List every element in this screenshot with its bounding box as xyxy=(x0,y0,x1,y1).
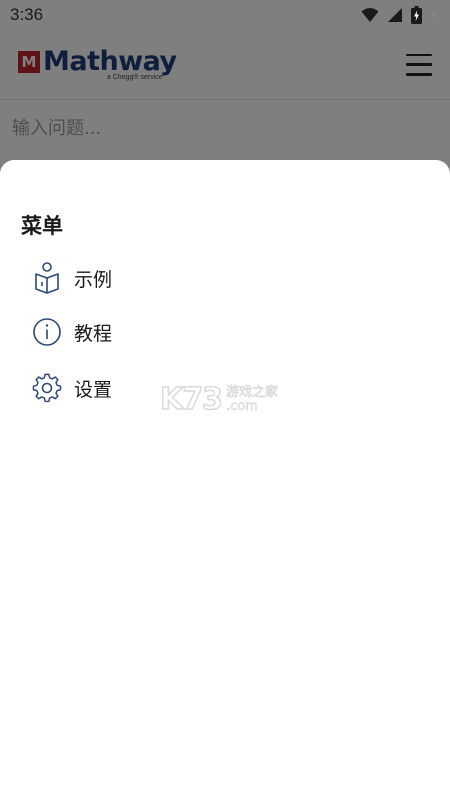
gear-icon xyxy=(30,371,64,405)
watermark-domain: .com xyxy=(226,398,259,414)
watermark-cn: 游戏之家 xyxy=(226,384,279,400)
menu-item-label: 教程 xyxy=(74,322,113,345)
menu-item-label: 设置 xyxy=(74,378,113,401)
book-person-icon xyxy=(30,261,64,295)
battery-icon xyxy=(411,6,422,24)
watermark-logo: K73 xyxy=(159,381,224,418)
status-bar: 3:36 xyxy=(0,0,450,30)
signal-icon xyxy=(388,8,402,22)
notification-dot-icon xyxy=(432,13,436,17)
menu-bottom-sheet: 菜单 示例 教程 设置 K73 游戏之家 .com xyxy=(0,160,450,800)
menu-item-label: 示例 xyxy=(74,268,113,291)
info-icon xyxy=(30,315,64,349)
menu-item-tutorial[interactable]: 教程 xyxy=(30,312,330,352)
wifi-icon xyxy=(361,8,379,22)
app-screen: 3:36 M Mathway a Chegg® service xyxy=(0,0,450,800)
menu-title: 菜单 xyxy=(21,214,63,238)
status-time: 3:36 xyxy=(10,5,44,24)
menu-item-examples[interactable]: 示例 xyxy=(30,258,330,298)
status-icons xyxy=(361,6,436,24)
watermark-side: 游戏之家 .com xyxy=(226,384,279,414)
k73-watermark: K73 游戏之家 .com xyxy=(159,381,279,418)
